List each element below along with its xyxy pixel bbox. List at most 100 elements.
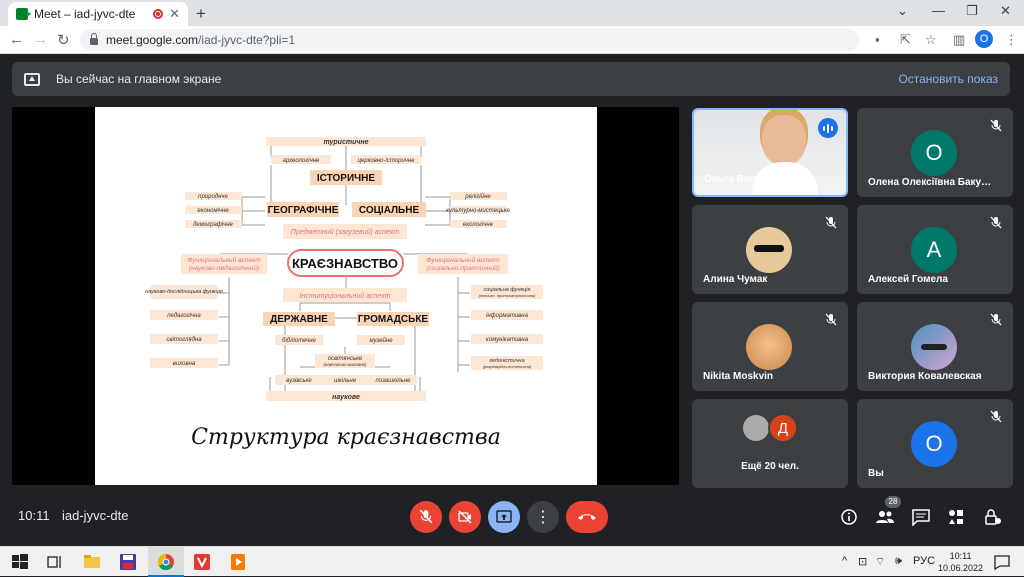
sunglasses-icon	[754, 244, 784, 252]
leave-call-button[interactable]	[566, 501, 608, 533]
slide-func-left-2: (науково-педагогічний)	[189, 264, 259, 272]
slide-religious: релігійне	[464, 193, 491, 200]
participant-name: Алексей Гомела	[868, 274, 948, 285]
participant-tile-more[interactable]: Д Ещё 20 чел.	[692, 399, 848, 488]
side-panel-icon[interactable]: ▥	[953, 32, 965, 48]
more-participants-label: Ещё 20 чел.	[741, 461, 799, 472]
participant-name: Ольга Вовк	[704, 174, 762, 185]
lock-icon	[90, 33, 98, 45]
notifications-icon[interactable]	[992, 552, 1012, 572]
reload-icon[interactable]: ↻	[57, 31, 70, 49]
mic-off-icon	[825, 216, 837, 229]
address-bar[interactable]: meet.google.com/iad-jyvc-dte?pli=1	[80, 29, 860, 51]
mic-toggle-button[interactable]	[410, 501, 442, 533]
slide-func-right-1: Функціональний аспект	[426, 256, 500, 264]
sunglasses-icon	[921, 344, 947, 350]
slide-educational-sub: (навчально-виховне)	[323, 362, 367, 367]
slide-social-function-sub: (вітчизн. протопатріотична)	[479, 293, 536, 298]
slide-school: шкільне	[334, 378, 357, 384]
url-path: /iad-jyvc-dte?pli=1	[198, 33, 296, 47]
camera-toggle-button[interactable]	[449, 501, 481, 533]
slide-state: ДЕРЖАВНЕ	[270, 314, 328, 325]
slide-communicative: комунікативна	[486, 337, 529, 343]
volume-icon[interactable]: 🕪	[895, 555, 902, 568]
mic-off-icon	[825, 313, 837, 326]
stop-presenting-button[interactable]: Остановить показ	[898, 72, 998, 86]
slide-historical: ІСТОРИЧНЕ	[317, 173, 375, 184]
participant-tile-olga[interactable]: Ольга Вовк	[692, 108, 848, 197]
profile-avatar[interactable]: О	[975, 30, 993, 48]
slide-natural: природнче	[198, 194, 228, 200]
mic-off-icon	[990, 216, 1002, 229]
taskbar-clock[interactable]: 10:11 10.06.2022	[938, 550, 983, 574]
participant-tile-nikita[interactable]: Nikita Moskvin	[692, 302, 848, 391]
close-window-button[interactable]: ✕	[1000, 3, 1011, 19]
mic-off-icon	[419, 509, 433, 524]
tray-chevron-icon[interactable]: ^	[842, 555, 847, 567]
meeting-controls-bar: 10:11 iad-jyvc-dte ⋮ 28	[0, 492, 1024, 542]
meet-favicon-icon	[16, 8, 31, 20]
windows-start-icon[interactable]	[10, 552, 30, 572]
host-controls-icon[interactable]	[982, 508, 1002, 526]
chrome-icon	[157, 553, 174, 571]
people-icon[interactable]	[875, 508, 895, 526]
camera-icon[interactable]: ▪	[875, 32, 880, 47]
slide-upbringing: виховна	[173, 361, 196, 367]
meeting-code: iad-jyvc-dte	[62, 508, 129, 523]
participant-tile-aleksey[interactable]: А Алексей Гомела	[857, 205, 1013, 294]
participant-tile-viktoria[interactable]: Виктория Ковалевская	[857, 302, 1013, 391]
new-tab-button[interactable]: +	[196, 4, 206, 24]
menu-kebab-icon[interactable]: ⋮	[1005, 32, 1018, 48]
wifi-icon[interactable]: ⌔	[875, 555, 885, 569]
slide-public: ГРОМАДСЬКЕ	[358, 314, 429, 325]
browser-toolbar: ← → ↻ meet.google.com/iad-jyvc-dte?pli=1…	[0, 26, 1024, 54]
windows-taskbar: ^ ⊡ ⌔ 🕪 РУС 10:11 10.06.2022	[0, 546, 1024, 577]
slide-informative: інформативна	[486, 313, 529, 319]
slide-cultural-artistic: культурно-мистецьке	[446, 208, 510, 214]
task-view-icon[interactable]	[45, 552, 65, 572]
slide-church-historical: церковно-історичне	[357, 158, 415, 164]
participants-count-badge: 28	[885, 496, 901, 508]
person-face	[762, 115, 806, 165]
slide-museum: музейне	[369, 337, 393, 344]
keyboard-language[interactable]: РУС	[913, 555, 935, 567]
back-icon[interactable]: ←	[9, 31, 24, 48]
participant-name: Алина Чумак	[703, 274, 768, 285]
taskbar-active-chrome[interactable]	[148, 547, 184, 577]
network-icon[interactable]: ⊡	[858, 555, 867, 568]
meeting-details-icon[interactable]	[840, 508, 860, 526]
media-player-icon[interactable]	[228, 552, 248, 572]
slide-func-left-1: Функціональний аспект	[187, 256, 261, 264]
slide-demographic: демографічне	[193, 222, 233, 228]
slide-caption: Структура краєзнавства	[191, 425, 501, 450]
slide-top-box: туристичне	[323, 139, 368, 146]
bookmark-star-icon[interactable]: ☆	[925, 32, 937, 48]
slide-hedonic-sub: (рекреаційно-естетична)	[483, 364, 532, 369]
forward-icon[interactable]: →	[33, 31, 48, 48]
share-icon[interactable]: ⇱	[900, 32, 911, 48]
avatar: О	[911, 130, 957, 176]
participant-name: Nikita Moskvin	[703, 371, 774, 382]
participant-tile-alina[interactable]: Алина Чумак	[692, 205, 848, 294]
restore-button[interactable]: ❐	[966, 3, 978, 19]
activities-icon[interactable]	[946, 508, 966, 526]
present-now-button[interactable]	[488, 501, 520, 533]
file-explorer-icon[interactable]	[82, 552, 102, 572]
chat-icon[interactable]	[911, 508, 931, 526]
recording-icon	[153, 9, 164, 19]
minimize-button[interactable]: —	[932, 3, 945, 18]
browser-tab[interactable]: Meet – iad-jyvc-dte ✕	[8, 2, 188, 26]
participant-name: Олена Олексіївна Баку…	[868, 177, 992, 188]
save-app-icon[interactable]	[118, 552, 138, 572]
participant-tile-olena[interactable]: О Олена Олексіївна Баку…	[857, 108, 1013, 197]
slide-center: КРАЄЗНАВСТВО	[292, 256, 398, 271]
mic-off-icon	[990, 313, 1002, 326]
browser-tab-strip: Meet – iad-jyvc-dte ✕ + ⌄ — ❐ ✕	[0, 0, 1024, 26]
more-options-button[interactable]: ⋮	[527, 501, 559, 533]
antivirus-icon[interactable]	[192, 552, 212, 572]
speaking-indicator-icon	[818, 118, 838, 138]
close-tab-icon[interactable]: ✕	[169, 6, 180, 22]
participant-tile-self[interactable]: О Вы	[857, 399, 1013, 488]
window-chevron-icon[interactable]: ⌄	[897, 3, 908, 19]
avatar	[746, 324, 792, 370]
